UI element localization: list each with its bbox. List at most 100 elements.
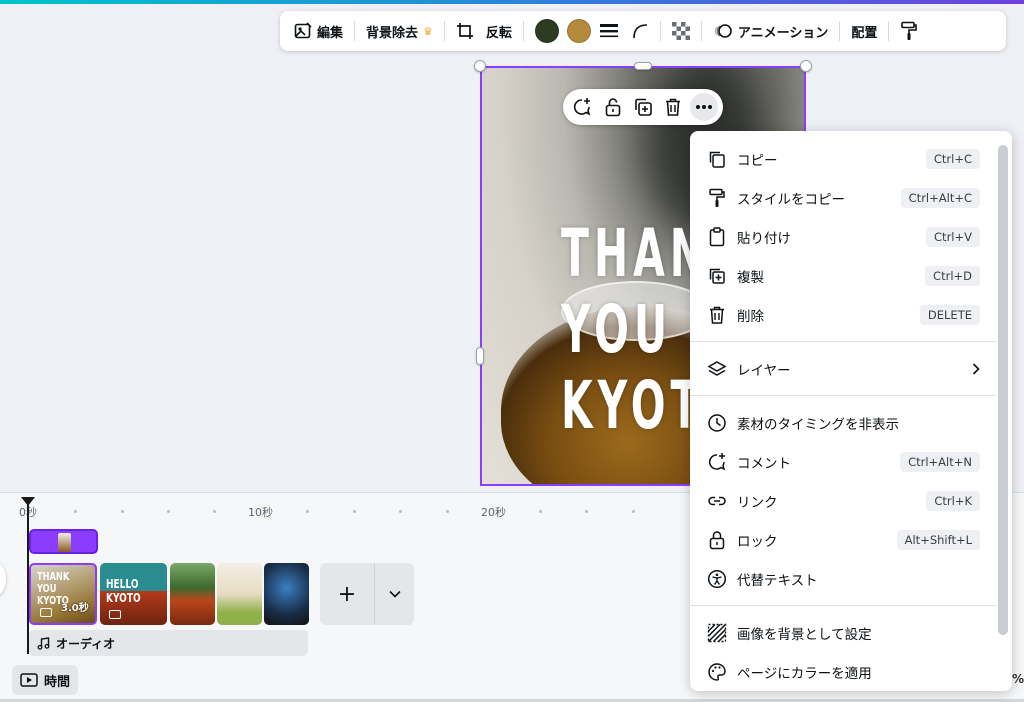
menu-item-layer[interactable]: レイヤー [690,349,996,388]
context-menu-list: コピー Ctrl+C スタイルをコピー Ctrl+Alt+C 貼り付け Ctrl… [690,139,996,691]
edit-label: 編集 [317,25,344,41]
delete-button[interactable] [659,93,687,121]
animation-label: アニメーション [737,25,829,41]
duplicate-button[interactable] [629,93,657,121]
playhead-handle[interactable] [21,497,35,506]
menu-divider [690,605,996,606]
lock-button[interactable] [599,93,627,121]
menu-item-label: 貼り付け [737,230,791,247]
menu-item-paste[interactable]: 貼り付け Ctrl+V [690,217,996,256]
shortcut-badge: DELETE [919,304,980,325]
menu-item-copy-style[interactable]: スタイルをコピー Ctrl+Alt+C [690,178,996,217]
scene-thumbnail-5[interactable] [264,563,309,625]
shortcut-badge: Ctrl+Alt+C [900,187,980,208]
copy-style-button[interactable] [894,16,924,46]
menu-item-label: スタイルをコピー [737,191,845,208]
scene-thumbnail-3[interactable] [170,563,215,625]
menu-item-comment[interactable]: コメント Ctrl+Alt+N [690,442,996,481]
ruler-tick [539,510,542,513]
zoom-percentage[interactable]: % [1012,672,1024,686]
corner-rounding-button[interactable] [625,16,655,46]
swatch-dark-green [534,19,559,43]
menu-item-lock[interactable]: ロック Alt+Shift+L [690,520,996,559]
scene-thumbnail-1[interactable]: THANK YOU KYOTO 3.0秒 [29,563,97,625]
menu-divider [690,341,996,342]
toolbar-divider [659,21,661,41]
toolbar-divider [700,21,702,41]
crop-button[interactable] [450,16,480,46]
toolbar-divider [839,21,841,41]
toolbar-divider [522,21,524,41]
menu-item-label: 素材のタイミングを非表示 [737,416,899,433]
resize-handle-left[interactable] [476,347,484,365]
clipboard-icon [706,226,728,248]
color-swatch-2[interactable] [565,16,593,46]
ruler-mark-20: 20秒 [481,506,506,519]
menu-item-hide-timing[interactable]: 素材のタイミングを非表示 [690,403,996,442]
menu-item-alt-text[interactable]: 代替テキスト [690,559,996,598]
flip-label: 反転 [485,25,512,41]
duplicate-icon [706,265,728,287]
audio-label: オーディオ [56,636,116,651]
menu-item-duplicate[interactable]: 複製 Ctrl+D [690,256,996,295]
flip-button[interactable]: 反転 [480,16,518,46]
element-timing-bar[interactable] [29,529,98,554]
menu-item-label: レイヤー [737,362,791,379]
menu-item-label: 削除 [737,308,764,325]
animation-icon [713,22,733,40]
toolbar-divider [888,21,890,41]
scene-thumbnail-4[interactable] [217,563,262,625]
clock-icon [706,412,728,434]
ruler-tick [353,510,356,513]
video-icon [40,608,52,617]
bg-remove-label: 背景除去 [366,25,419,41]
add-page-options-button[interactable] [374,563,414,625]
trash-icon [706,304,728,326]
resize-handle-top[interactable] [634,62,652,70]
chevron-right-icon [972,362,980,375]
position-button[interactable]: 配置 [845,16,883,46]
ruler-tick [306,510,309,513]
ruler-tick [74,510,77,513]
element-thumbnail [58,533,71,552]
music-note-icon [37,636,50,650]
link-icon [706,490,728,512]
shortcut-badge: Alt+Shift+L [896,529,980,550]
accessibility-icon [706,568,728,590]
menu-item-set-as-background[interactable]: 画像を背景として設定 [690,613,996,652]
ruler-mark-10: 10秒 [248,506,273,519]
border-style-button[interactable] [593,16,625,46]
scene-thumbnail-2[interactable]: HELLO KYOTO [100,563,167,625]
ruler-tick [399,510,402,513]
shortcut-badge: Ctrl+D [925,265,980,286]
add-comment-button[interactable] [568,93,596,121]
animate-button[interactable]: アニメーション [707,16,834,46]
menu-scrollbar[interactable] [998,145,1008,635]
timeline-toggle-button[interactable]: 時間 [12,665,78,695]
resize-handle-top-left[interactable] [474,60,486,72]
audio-track[interactable]: オーディオ [29,630,308,656]
swatch-ochre [566,19,591,43]
element-toolbar: 編集 背景除去 ♛ 反転 アニメーション 配置 [280,11,1006,51]
more-options-button[interactable] [689,93,718,121]
position-label: 配置 [851,25,878,41]
menu-item-label: 画像を背景として設定 [737,626,872,643]
copy-icon [706,148,728,170]
checkerboard-icon [671,22,690,40]
menu-item-apply-colors[interactable]: ページにカラーを適用 [690,652,996,691]
resize-handle-top-right[interactable] [800,60,812,72]
scene-duration: 3.0秒 [61,603,89,614]
menu-item-copy[interactable]: コピー Ctrl+C [690,139,996,178]
background-remover-button[interactable]: 背景除去 ♛ [360,16,439,46]
trash-icon [664,97,682,117]
image-edit-icon [294,22,312,40]
menu-item-link[interactable]: リンク Ctrl+K [690,481,996,520]
color-swatch-1[interactable] [529,16,565,46]
menu-item-label: 複製 [737,269,764,286]
transparency-button[interactable] [666,16,696,46]
menu-item-delete[interactable]: 削除 DELETE [690,295,996,334]
paint-roller-icon [706,187,728,209]
context-menu: コピー Ctrl+C スタイルをコピー Ctrl+Alt+C 貼り付け Ctrl… [690,131,1012,691]
add-page-button[interactable]: + [320,563,374,625]
edit-image-button[interactable]: 編集 [288,16,349,46]
